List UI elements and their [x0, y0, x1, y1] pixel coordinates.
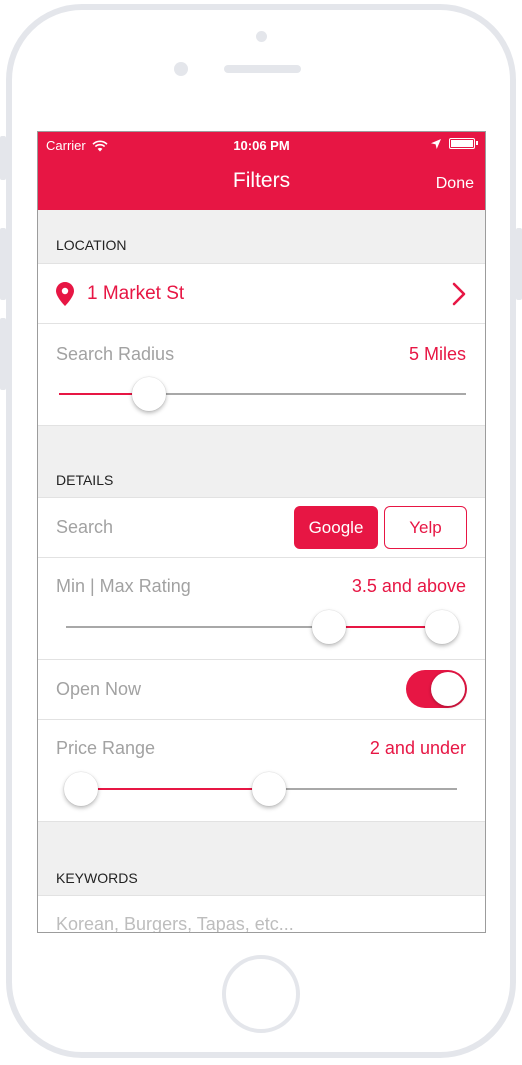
location-row[interactable]: 1 Market St: [38, 264, 485, 324]
power-button: [516, 228, 522, 300]
radius-slider-thumb[interactable]: [131, 377, 166, 411]
done-button[interactable]: Done: [436, 175, 474, 193]
rating-value: 3.5 and above: [351, 576, 466, 596]
yelp-option-button[interactable]: Yelp: [384, 506, 467, 549]
open-now-label: Open Now: [56, 679, 142, 699]
search-source-label: Search: [56, 517, 114, 537]
open-now-toggle[interactable]: [406, 670, 467, 708]
keywords-placeholder: Korean, Burgers, Tapas, etc...: [56, 914, 294, 933]
earpiece-speaker: [224, 65, 301, 73]
keywords-section-header: KEYWORDS: [38, 822, 485, 896]
keywords-header-label: KEYWORDS: [56, 870, 138, 886]
google-option-button[interactable]: Google: [294, 506, 378, 549]
rating-min-thumb[interactable]: [312, 610, 347, 644]
price-slider-fill: [81, 788, 269, 790]
status-bar-right: [431, 138, 478, 149]
volume-up-button: [0, 228, 6, 300]
search-radius-value: 5 Miles: [408, 344, 466, 364]
volume-down-button: [0, 318, 6, 390]
details-section-header: DETAILS: [38, 426, 485, 498]
navigation-bar: Carrier 10:06 PM Filters Done: [38, 132, 485, 210]
page-title: Filters: [232, 169, 291, 192]
open-now-row: Open Now: [38, 660, 485, 720]
details-header-label: DETAILS: [56, 472, 114, 488]
toggle-knob: [431, 672, 465, 706]
search-radius-label: Search Radius: [56, 344, 175, 364]
proximity-sensor: [174, 62, 188, 76]
status-time: 10:06 PM: [233, 138, 290, 153]
screen: Carrier 10:06 PM Filters Done LOCATION 1…: [37, 131, 486, 933]
rating-row: Min | Max Rating 3.5 and above: [38, 558, 485, 660]
location-section-header: LOCATION: [38, 210, 485, 264]
price-min-thumb[interactable]: [64, 772, 98, 806]
rating-max-thumb[interactable]: [425, 610, 459, 644]
search-source-row: Search Google Yelp: [38, 498, 485, 558]
front-camera: [256, 31, 267, 42]
chevron-right-icon: [452, 282, 466, 306]
price-max-thumb[interactable]: [252, 772, 286, 806]
price-range-row: Price Range 2 and under: [38, 720, 485, 822]
home-button[interactable]: [222, 955, 300, 1033]
location-address: 1 Market St: [87, 283, 185, 304]
price-range-label: Price Range: [56, 738, 156, 758]
search-radius-row: Search Radius 5 Miles: [38, 324, 485, 426]
rating-label: Min | Max Rating: [56, 576, 191, 596]
location-header-label: LOCATION: [56, 237, 127, 253]
mute-switch: [0, 136, 6, 180]
battery-icon: [449, 138, 478, 149]
keywords-input[interactable]: Korean, Burgers, Tapas, etc...: [38, 896, 485, 933]
map-pin-icon: [56, 282, 74, 306]
price-range-value: 2 and under: [369, 738, 466, 758]
location-arrow-icon: [431, 138, 441, 149]
